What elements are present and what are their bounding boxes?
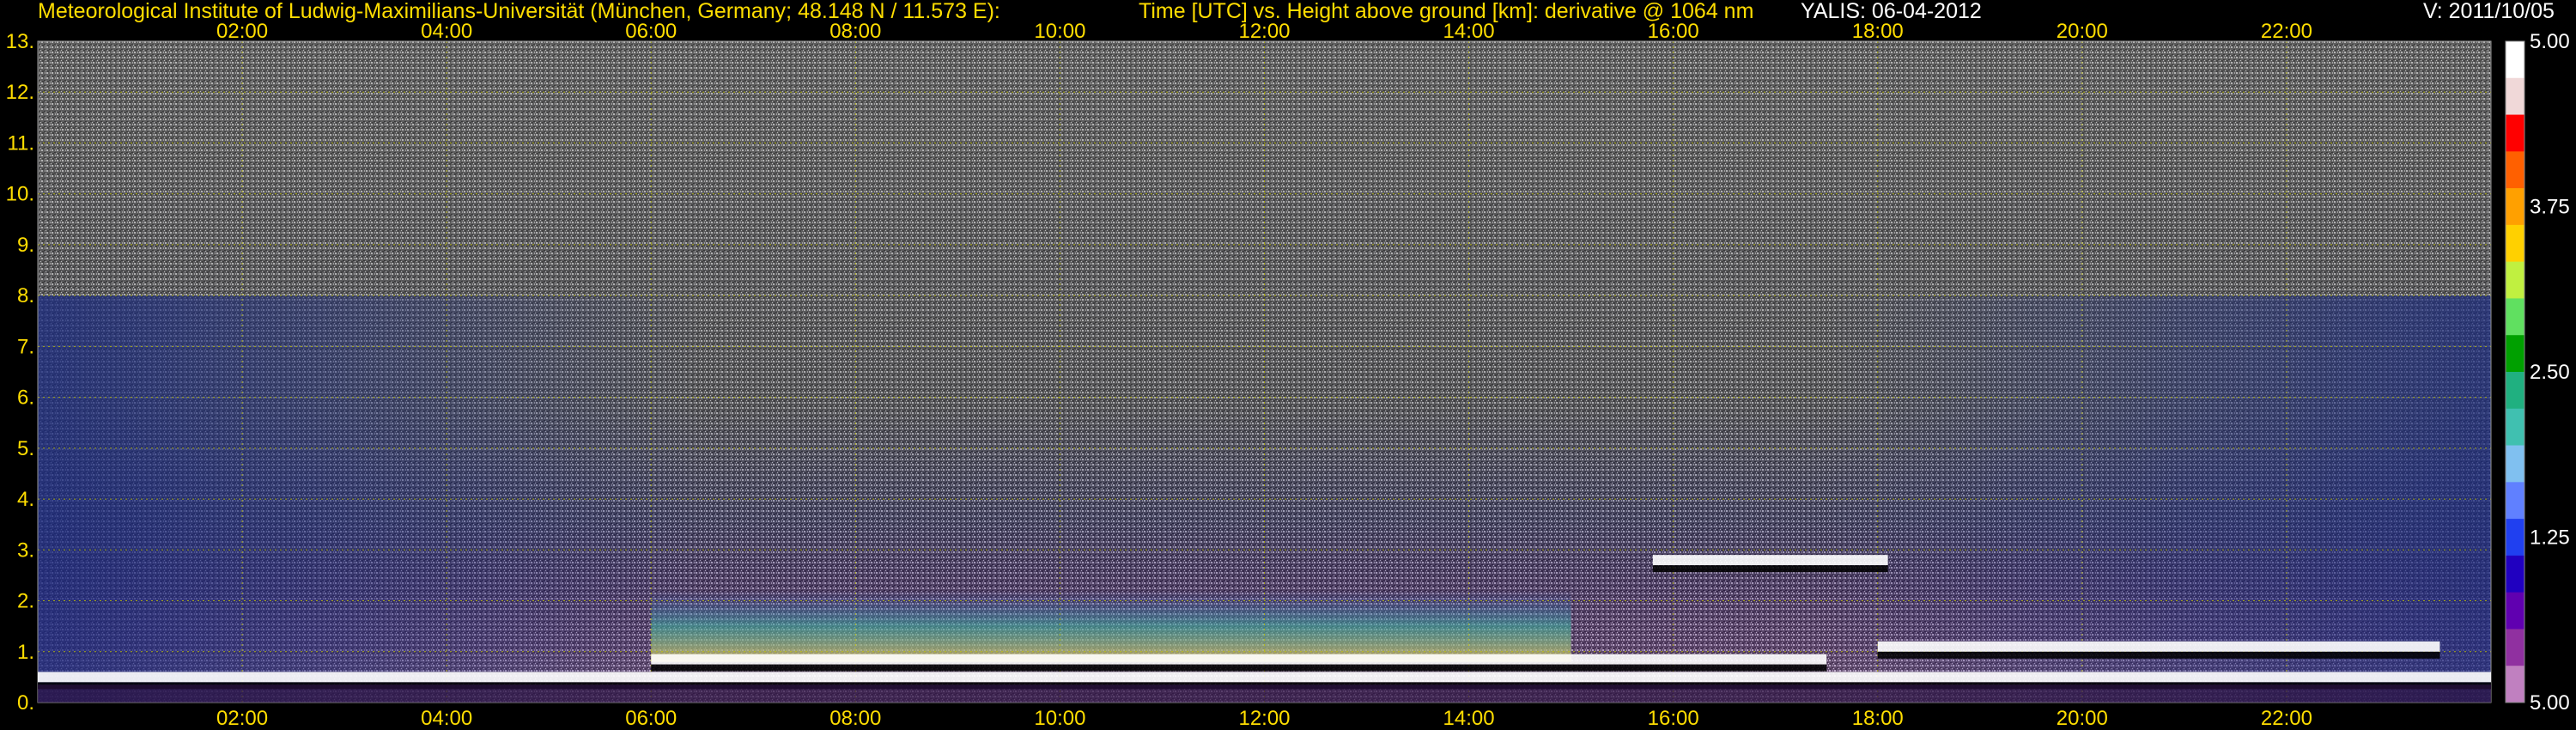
- lidar-quicklook: Meteorological Institute of Ludwig-Maxim…: [0, 0, 2576, 730]
- x-tick-label-top: 12:00: [1238, 20, 1290, 43]
- x-tick-label-top: 16:00: [1648, 20, 1699, 43]
- x-tick-label: 18:00: [1852, 707, 1904, 730]
- colorbar-segment: [2506, 408, 2524, 447]
- y-tick-label: 13.: [6, 30, 34, 53]
- x-tick-label: 14:00: [1443, 707, 1495, 730]
- colorbar-segment: [2506, 445, 2524, 483]
- x-tick-label: 20:00: [2057, 707, 2108, 730]
- y-tick-label: 0.: [17, 691, 34, 715]
- colorbar-segment: [2506, 224, 2524, 263]
- layer-shadow: [651, 664, 1827, 672]
- y-axis: 0. 1. 2. 3. 4. 5. 6. 7. 8. 9. 10. 11. 12. 13.: [6, 30, 34, 715]
- x-tick-label: 16:00: [1648, 707, 1699, 730]
- x-tick-label-top: 18:00: [1852, 20, 1904, 43]
- colorbar-label: 5.00: [2530, 691, 2570, 715]
- x-tick-label: 04:00: [421, 707, 472, 730]
- y-tick-label: 10.: [6, 183, 34, 206]
- chart-svg: 02:00 02:00 04:00 04:00 06:00 06:00 08:00 08:00…: [6, 20, 2570, 730]
- layer-shadow: [1877, 651, 2440, 659]
- night-aerosol-left: [38, 295, 702, 703]
- colorbar-segment: [2506, 519, 2524, 557]
- colorbar-segment: [2506, 188, 2524, 226]
- y-tick-label: 1.: [17, 641, 34, 664]
- colorbar-label: 5.00: [2530, 30, 2570, 53]
- colorbar-label: 3.75: [2530, 196, 2570, 219]
- x-tick-label-top: 14:00: [1443, 20, 1495, 43]
- layer-shadow: [1652, 565, 1888, 573]
- x-tick-label: 22:00: [2261, 707, 2312, 730]
- colorbar-label: 2.50: [2530, 361, 2570, 384]
- y-tick-label: 8.: [17, 284, 34, 307]
- x-tick-label-top: 10:00: [1034, 20, 1085, 43]
- colorbar-segment: [2506, 372, 2524, 410]
- x-tick-label-top: 20:00: [2057, 20, 2108, 43]
- y-tick-label: 2.: [17, 590, 34, 613]
- layer-band: [1652, 555, 1888, 566]
- colorbar-segment: [2506, 666, 2524, 703]
- layer-band: [38, 672, 2491, 683]
- colorbar: 5.00 3.75 2.50 1.25 5.00: [2505, 30, 2570, 715]
- y-tick-label: 12.: [6, 81, 34, 104]
- colorbar-segment: [2506, 41, 2524, 79]
- colorbar-segment: [2506, 482, 2524, 520]
- y-tick-label: 3.: [17, 538, 34, 562]
- surface-layer: [38, 684, 2491, 703]
- y-tick-label: 7.: [17, 335, 34, 358]
- colorbar-segment: [2506, 261, 2524, 299]
- x-tick-label-top: 06:00: [625, 20, 677, 43]
- layer-band: [651, 654, 1827, 665]
- colorbar-segment: [2506, 298, 2524, 336]
- x-tick-label-top: 02:00: [216, 20, 268, 43]
- colorbar-segment: [2506, 114, 2524, 152]
- y-tick-label: 4.: [17, 488, 34, 511]
- x-tick-label: 10:00: [1034, 707, 1085, 730]
- colorbar-segment: [2506, 629, 2524, 666]
- colorbar-segment: [2506, 555, 2524, 593]
- y-tick-label: 6.: [17, 386, 34, 410]
- y-tick-label: 9.: [17, 234, 34, 257]
- mixing-layer: [651, 590, 1571, 662]
- colorbar-segment: [2506, 335, 2524, 373]
- x-tick-label: 12:00: [1238, 707, 1290, 730]
- colorbar-segment: [2506, 592, 2524, 630]
- colorbar-segment: [2506, 151, 2524, 189]
- y-tick-label: 5.: [17, 437, 34, 460]
- colorbar-segment: [2506, 77, 2524, 116]
- colorbar-label: 1.25: [2530, 526, 2570, 550]
- x-tick-label-top: 22:00: [2261, 20, 2312, 43]
- x-tick-label-top: 08:00: [829, 20, 881, 43]
- layer-band: [1877, 641, 2440, 652]
- x-tick-label: 08:00: [829, 707, 881, 730]
- y-tick-label: 11.: [7, 131, 34, 155]
- x-tick-label: 06:00: [625, 707, 677, 730]
- x-tick-label-top: 04:00: [421, 20, 472, 43]
- x-tick-label: 02:00: [216, 707, 268, 730]
